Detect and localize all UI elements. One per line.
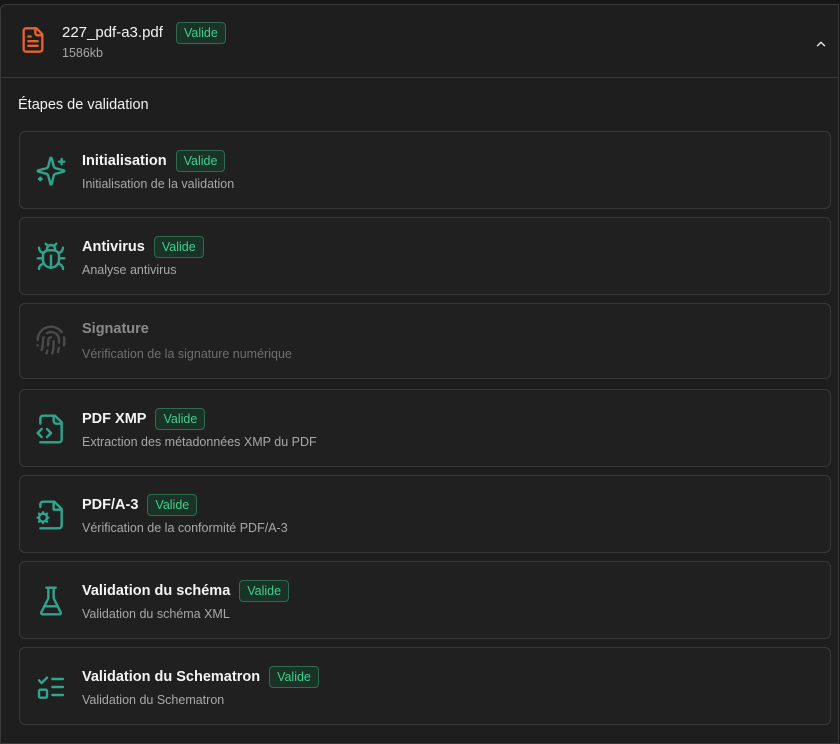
file-text-icon	[22, 27, 44, 53]
validation-steps-list: Initialisation Valide Initialisation de …	[19, 131, 831, 733]
file-status-badge: Valide	[176, 22, 226, 44]
chevron-up-icon	[816, 41, 826, 47]
step-title-row: Validation du schéma Valide	[82, 579, 290, 603]
flask-icon	[39, 586, 63, 616]
step-description: Vérification de la signature numérique	[82, 347, 292, 361]
file-name: 227_pdf-a3.pdf	[62, 24, 163, 41]
file-header[interactable]: 227_pdf-a3.pdf 1586kb Valide	[1, 5, 838, 78]
step-title: PDF XMP	[82, 411, 147, 427]
step-initialisation[interactable]: Initialisation Valide Initialisation de …	[19, 131, 831, 209]
step-schematron-validation[interactable]: Validation du Schematron Valide Validati…	[19, 647, 831, 725]
fingerprint-icon	[36, 325, 66, 355]
step-title-row: PDF/A-3 Valide	[82, 493, 198, 517]
status-badge: Valide	[153, 236, 204, 258]
step-pdf-a3[interactable]: PDF/A-3 Valide Vérification de la confor…	[19, 475, 831, 553]
step-schema-validation[interactable]: Validation du schéma Valide Validation d…	[19, 561, 831, 639]
file-size: 1586kb	[62, 46, 104, 60]
step-description: Vérification de la conformité PDF/A-3	[82, 521, 288, 535]
step-title-row: Validation du Schematron Valide	[82, 665, 319, 689]
section-title: Étapes de validation	[18, 97, 149, 113]
step-antivirus[interactable]: Antivirus Valide Analyse antivirus	[19, 217, 831, 295]
status-badge: Valide	[239, 580, 290, 602]
step-description: Extraction des métadonnées XMP du PDF	[82, 435, 317, 449]
file-cog-icon	[36, 500, 63, 530]
bug-icon	[36, 242, 66, 271]
step-description: Analyse antivirus	[82, 263, 177, 277]
step-title: Validation du Schematron	[82, 669, 261, 685]
step-signature[interactable]: Signature Vérification de la signature n…	[19, 303, 831, 379]
step-pdf-xmp[interactable]: PDF XMP Valide Extraction des métadonnée…	[19, 389, 831, 467]
step-title: PDF/A-3	[82, 497, 139, 513]
file-validation-panel: 227_pdf-a3.pdf 1586kb Valide Étapes de v…	[0, 4, 839, 744]
collapse-button[interactable]	[810, 33, 832, 55]
status-badge: Valide	[155, 408, 206, 430]
step-description: Validation du Schematron	[82, 693, 225, 707]
step-description: Initialisation de la validation	[82, 177, 235, 191]
status-badge: Valide	[175, 150, 226, 172]
file-code-icon	[36, 414, 63, 444]
step-title-row: Initialisation Valide	[82, 149, 226, 173]
step-title: Validation du schéma	[82, 583, 231, 599]
step-title-row: Signature	[82, 317, 149, 341]
step-title-row: Antivirus Valide	[82, 235, 204, 259]
step-title: Antivirus	[82, 239, 145, 255]
step-title: Signature	[82, 321, 149, 337]
sparkles-icon	[36, 156, 66, 186]
list-checks-icon	[37, 676, 65, 699]
step-title-row: PDF XMP Valide	[82, 407, 206, 431]
status-badge: Valide	[147, 494, 198, 516]
step-title: Initialisation	[82, 153, 167, 169]
status-badge: Valide	[269, 666, 319, 688]
step-description: Validation du schéma XML	[82, 607, 230, 621]
